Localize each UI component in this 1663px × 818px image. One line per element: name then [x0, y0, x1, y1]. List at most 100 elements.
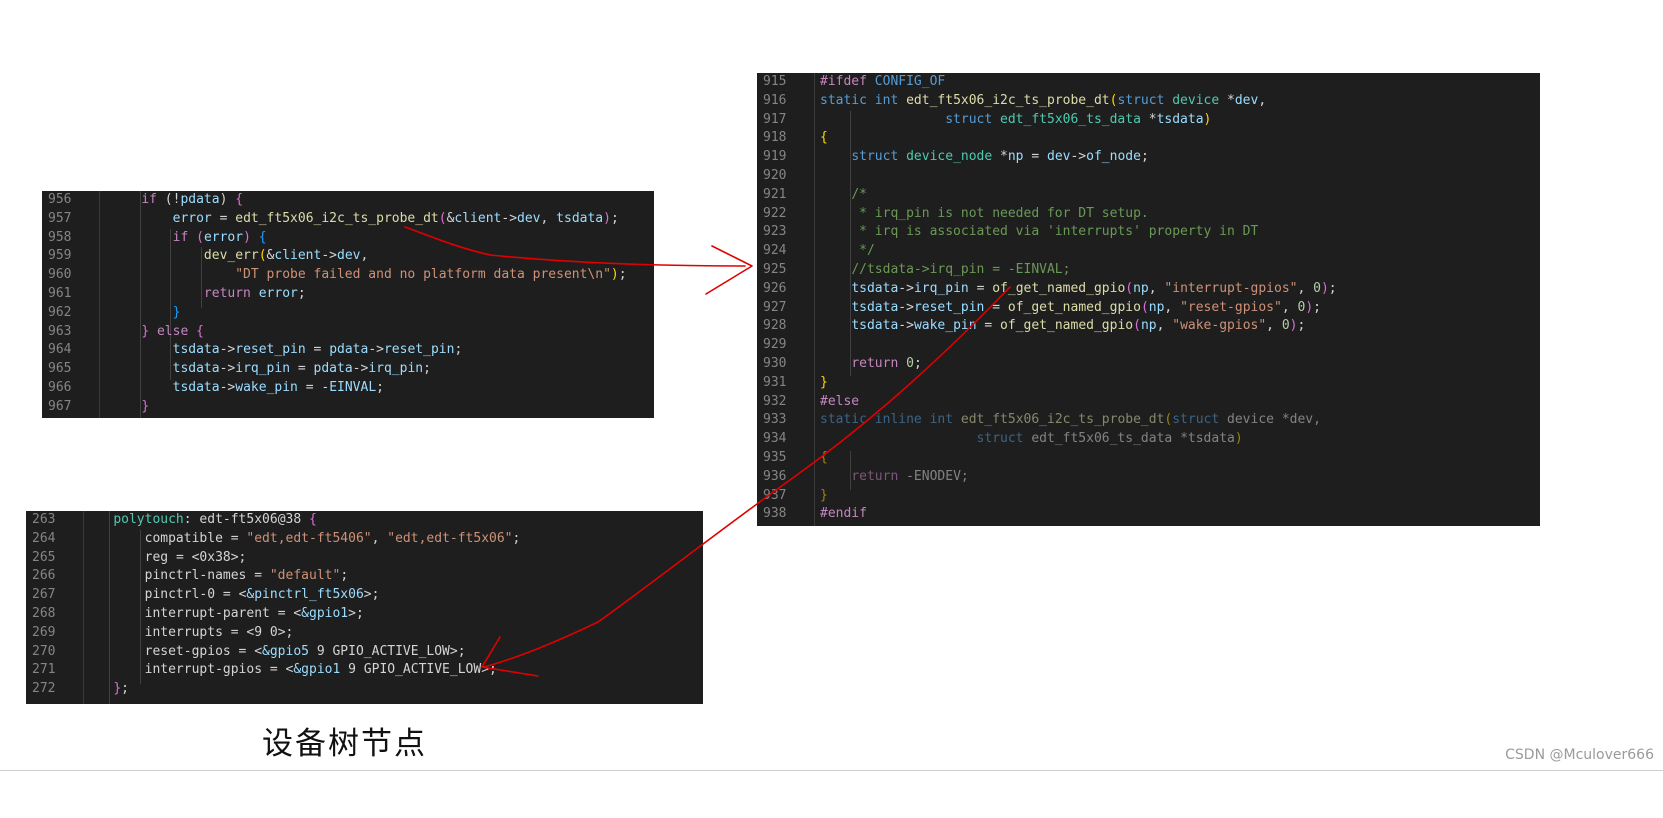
line-number: 924 — [763, 243, 787, 259]
code-line: 915 #ifdef CONFIG_OF — [757, 73, 1540, 92]
code-line: 957 error = edt_ft5x06_i2c_ts_probe_dt(&… — [42, 210, 654, 229]
code-line: 956 if (!pdata) { — [42, 191, 654, 210]
code-line: 916 static int edt_ft5x06_i2c_ts_probe_dt… — [757, 92, 1540, 111]
code-text: //tsdata->irq_pin = -EINVAL; — [851, 261, 1071, 277]
code-line: 928 tsdata->wake_pin = of_get_named_gpio… — [757, 317, 1540, 336]
code-line: 927 tsdata->reset_pin = of_get_named_gpi… — [757, 299, 1540, 318]
code-text: tsdata->reset_pin = pdata->reset_pin; — [172, 342, 463, 358]
divider — [0, 770, 1663, 771]
code-line: 960 "DT probe failed and no platform dat… — [42, 266, 654, 285]
line-number: 935 — [763, 449, 787, 465]
code-text: pinctrl-names = "default"; — [144, 568, 349, 584]
code-line: 921 /* — [757, 186, 1540, 205]
code-panel-probe-dt: 915 #ifdef CONFIG_OF 916 static int edt_ft5… — [757, 73, 1540, 526]
code-text: compatible = "edt,edt-ft5406", "edt,edt-… — [144, 530, 521, 546]
line-number: 920 — [763, 167, 787, 183]
code-lines: 263 polytouch: edt-ft5x06@38 {264 compat… — [26, 511, 703, 699]
line-number: 263 — [32, 512, 56, 527]
code-line: 958 if (error) { — [42, 229, 654, 248]
line-number: 917 — [763, 111, 787, 127]
code-text: "DT probe failed and no platform data pr… — [235, 267, 627, 283]
code-lines: 956 if (!pdata) {957 error = edt_ft5x06_… — [42, 191, 654, 417]
line-number: 956 — [48, 192, 72, 207]
code-line: 961 return error; — [42, 285, 654, 304]
code-text: { — [820, 449, 828, 465]
code-text: if (error) { — [172, 229, 267, 245]
code-text: #else — [820, 393, 860, 409]
code-text: tsdata->irq_pin = of_get_named_gpio(np, … — [851, 280, 1337, 296]
code-line: 268 interrupt-parent = <&gpio1>; — [26, 605, 703, 624]
line-number: 919 — [763, 149, 787, 165]
line-number: 929 — [763, 337, 787, 353]
line-number: 266 — [32, 568, 56, 584]
code-panel-device-tree: 263 polytouch: edt-ft5x06@38 {264 compat… — [26, 511, 703, 704]
code-text: struct edt_ft5x06_ts_data *tsdata) — [945, 111, 1212, 127]
code-text: * irq_pin is not needed for DT setup. — [851, 205, 1149, 221]
code-text: /* — [851, 186, 867, 202]
line-number: 933 — [763, 412, 787, 428]
code-line: 264 compatible = "edt,edt-ft5406", "edt,… — [26, 530, 703, 549]
code-line: 266 pinctrl-names = "default"; — [26, 567, 703, 586]
code-line: 931} — [757, 374, 1540, 393]
line-number: 923 — [763, 224, 787, 240]
line-number: 937 — [763, 487, 787, 503]
code-text: */ — [851, 243, 875, 259]
watermark: CSDN @Mculover666 — [1505, 747, 1654, 763]
line-number: 928 — [763, 318, 787, 334]
line-number: 269 — [32, 624, 56, 640]
code-line: 959 dev_err(&client->dev, — [42, 247, 654, 266]
code-text: } — [172, 304, 181, 320]
line-number: 268 — [32, 605, 56, 621]
line-number: 936 — [763, 468, 787, 484]
code-text: } — [141, 398, 150, 414]
code-line: 270 reset-gpios = <&gpio5 9 GPIO_ACTIVE_… — [26, 643, 703, 662]
line-number: 922 — [763, 205, 787, 221]
code-text: if (!pdata) { — [141, 192, 244, 207]
line-number: 930 — [763, 355, 787, 371]
code-line: 923 * irq is associated via 'interrupts'… — [757, 223, 1540, 242]
code-line: 265 reg = <0x38>; — [26, 549, 703, 568]
code-text: tsdata->wake_pin = of_get_named_gpio(np,… — [851, 318, 1306, 334]
code-text: struct edt_ft5x06_ts_data *tsdata) — [976, 431, 1243, 447]
code-line: 271 interrupt-gpios = <&gpio1 9 GPIO_ACT… — [26, 661, 703, 680]
line-number: 932 — [763, 393, 787, 409]
line-number: 271 — [32, 662, 56, 678]
code-line: 929 — [757, 336, 1540, 355]
arrow-head-right — [705, 245, 753, 295]
code-text: struct device_node *np = dev->of_node; — [851, 149, 1149, 165]
line-number: 931 — [763, 374, 787, 390]
code-text: dev_err(&client->dev, — [203, 248, 369, 264]
line-number: 938 — [763, 506, 787, 522]
line-number: 267 — [32, 587, 56, 603]
code-text: * irq is associated via 'interrupts' pro… — [851, 224, 1259, 240]
code-text: interrupt-parent = <&gpio1>; — [144, 605, 364, 621]
code-text: reg = <0x38>; — [144, 549, 247, 565]
code-line: 964 tsdata->reset_pin = pdata->reset_pin… — [42, 341, 654, 360]
code-text: } — [820, 374, 828, 390]
code-line: 272 }; — [26, 680, 703, 699]
code-text: } else { — [141, 323, 204, 339]
line-number: 934 — [763, 431, 787, 447]
code-line: 934 struct edt_ft5x06_ts_data *tsdata) — [757, 430, 1540, 449]
code-text: polytouch: edt-ft5x06@38 { — [113, 512, 317, 527]
line-number: 960 — [48, 267, 72, 283]
code-line: 937} — [757, 487, 1540, 506]
line-number: 925 — [763, 261, 787, 277]
line-number: 921 — [763, 186, 787, 202]
code-text: static inline int edt_ft5x06_i2c_ts_prob… — [820, 412, 1321, 428]
line-number: 958 — [48, 229, 72, 245]
line-number: 918 — [763, 130, 787, 146]
line-number: 916 — [763, 92, 787, 108]
line-number: 959 — [48, 248, 72, 264]
code-text: interrupts = <9 0>; — [144, 624, 294, 640]
code-text: } — [820, 487, 828, 503]
code-line: 924 */ — [757, 242, 1540, 261]
line-number: 967 — [48, 398, 72, 414]
code-line: 932 #else — [757, 393, 1540, 412]
code-line: 920 — [757, 167, 1540, 186]
code-line: 965 tsdata->irq_pin = pdata->irq_pin; — [42, 360, 654, 379]
code-text: tsdata->irq_pin = pdata->irq_pin; — [172, 361, 431, 377]
code-text: return -ENODEV; — [851, 468, 969, 484]
code-line: 269 interrupts = <9 0>; — [26, 624, 703, 643]
code-line: 263 polytouch: edt-ft5x06@38 { — [26, 511, 703, 530]
